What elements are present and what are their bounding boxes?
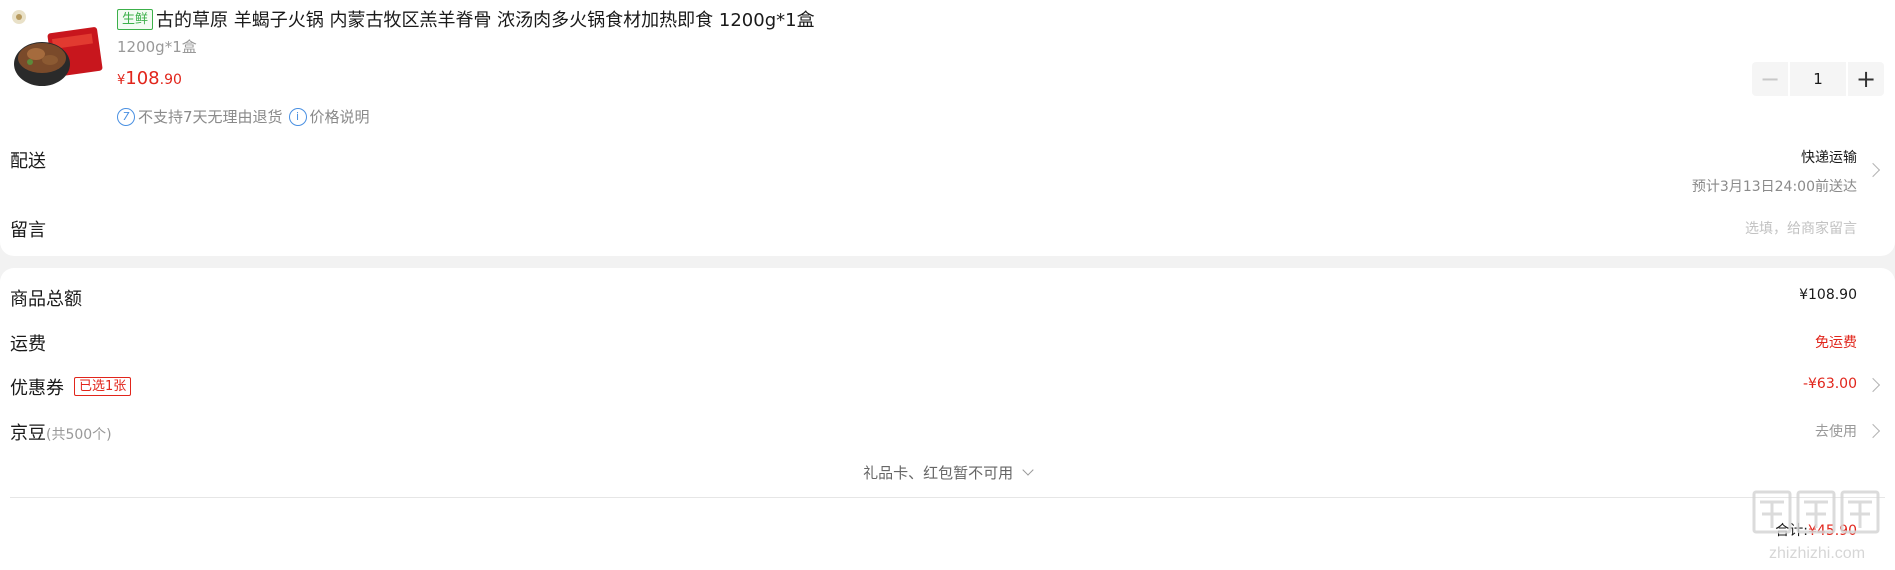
divider [10, 497, 1885, 498]
delivery-label: 配送 [10, 151, 46, 172]
message-input[interactable]: 选填，给商家留言 [1745, 218, 1857, 238]
no-return-icon: 7 [117, 107, 135, 126]
increase-button[interactable]: + [1848, 62, 1884, 96]
service-policy: 7 不支持7天无理由退货 i 价格说明 [117, 106, 370, 127]
price-note-link[interactable]: 价格说明 [310, 106, 370, 127]
coupon-selected-tag: 已选1张 [74, 377, 132, 396]
giftcard-note: 礼品卡、红包暂不可用 [863, 464, 1014, 482]
goods-total-label: 商品总额 [10, 289, 82, 310]
price-integer: 108 [125, 68, 160, 89]
product-image[interactable] [10, 8, 104, 94]
quantity-value[interactable]: 1 [1790, 62, 1846, 96]
watermark-logo: zhizhizhi.com [1752, 490, 1880, 562]
price-decimal: .90 [159, 72, 182, 88]
product-title[interactable]: 古的草原 羊蝎子火锅 内蒙古牧区羔羊脊骨 浓汤肉多火锅食材加热即食 1200g*… [156, 6, 815, 32]
giftcard-toggle[interactable]: 礼品卡、红包暂不可用 [0, 462, 1895, 483]
jingdou-label: 京豆 [10, 423, 46, 444]
goods-total-value: ¥108.90 [1799, 287, 1857, 303]
chevron-down-icon [1022, 464, 1034, 476]
coupon-value[interactable]: -¥63.00 [1803, 376, 1857, 392]
shipping-value: 免运费 [1815, 335, 1857, 351]
delivery-method[interactable]: 快递运输 [1801, 147, 1857, 167]
no-return-label: 不支持7天无理由退货 [138, 108, 283, 126]
delivery-eta: 预计3月13日24:00前送达 [1691, 179, 1857, 195]
jingdou-row: 京豆(共500个) [10, 419, 112, 445]
info-icon[interactable]: i [288, 107, 307, 126]
fresh-tag: 生鲜 [117, 9, 154, 30]
product-spec: 1200g*1盒 [117, 38, 197, 56]
order-item-card [0, 0, 1895, 256]
product-price: ¥108.90 [117, 68, 182, 89]
shipping-label: 运费 [10, 334, 46, 355]
quantity-stepper[interactable]: − 1 + [1752, 62, 1884, 96]
jingdou-use-button[interactable]: 去使用 [1815, 421, 1857, 441]
order-summary-card [0, 268, 1895, 570]
watermark-text: zhizhizhi.com [1769, 545, 1865, 562]
coupon-label: 优惠券 [10, 378, 64, 399]
message-label: 留言 [10, 220, 46, 241]
decrease-button[interactable]: − [1752, 62, 1788, 96]
jingdou-count: (共500个) [46, 427, 112, 443]
